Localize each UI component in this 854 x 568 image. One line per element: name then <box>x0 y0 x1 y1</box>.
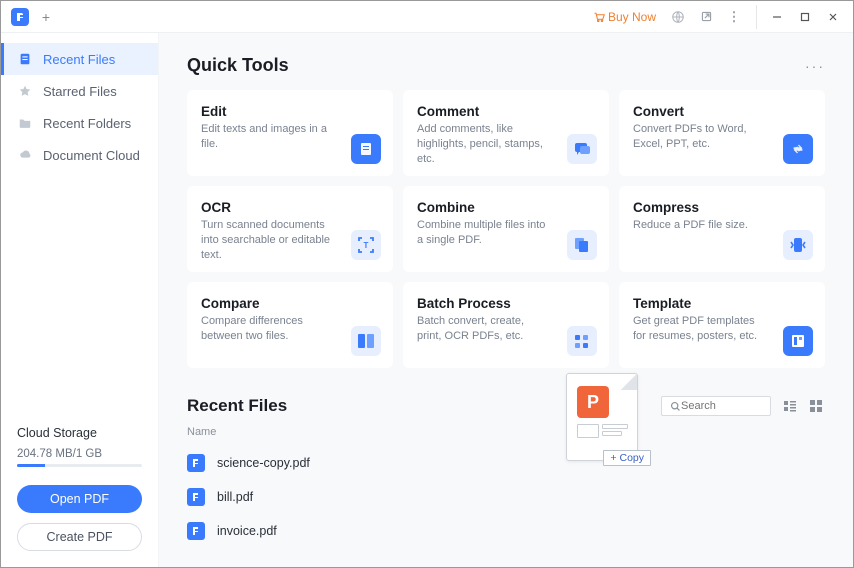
tool-desc: Combine multiple files into a single PDF… <box>417 218 551 248</box>
tool-batch-process[interactable]: Batch Process Batch convert, create, pri… <box>403 282 609 368</box>
sidebar-item-recent-folders[interactable]: Recent Folders <box>1 107 158 139</box>
buy-now-label: Buy Now <box>608 10 656 24</box>
tool-title: Compress <box>633 200 811 215</box>
minimize-button[interactable] <box>763 5 791 29</box>
open-pdf-button[interactable]: Open PDF <box>17 485 142 513</box>
tool-title: Convert <box>633 104 811 119</box>
cloud-usage-text: 204.78 MB/1 GB <box>17 448 142 460</box>
tool-ocr[interactable]: OCR Turn scanned documents into searchab… <box>187 186 393 272</box>
sidebar-item-recent-files[interactable]: Recent Files <box>1 43 158 75</box>
close-button[interactable] <box>819 5 847 29</box>
pdf-file-icon <box>187 454 205 472</box>
grid-view-button[interactable] <box>807 397 825 415</box>
tool-edit[interactable]: Edit Edit texts and images in a file. <box>187 90 393 176</box>
tool-title: Combine <box>417 200 595 215</box>
file-name: invoice.pdf <box>217 524 277 538</box>
cloud-icon <box>17 147 33 163</box>
edit-icon <box>351 134 381 164</box>
sidebar-item-label: Recent Files <box>43 52 115 67</box>
quick-tools-heading: Quick Tools <box>187 55 289 76</box>
buy-now-link[interactable]: Buy Now <box>587 8 662 26</box>
comment-icon <box>567 134 597 164</box>
search-box[interactable] <box>661 396 771 416</box>
tool-title: Template <box>633 296 811 311</box>
quick-tools-grid: Edit Edit texts and images in a file. Co… <box>187 90 825 368</box>
tool-title: Batch Process <box>417 296 595 311</box>
pdf-file-icon <box>187 488 205 506</box>
sidebar: Recent Files Starred Files Recent Folder… <box>1 33 159 567</box>
create-pdf-button[interactable]: Create PDF <box>17 523 142 551</box>
sidebar-item-label: Recent Folders <box>43 116 131 131</box>
file-row[interactable]: invoice.pdf <box>187 514 825 548</box>
pdf-file-icon <box>187 522 205 540</box>
quick-tools-more-icon[interactable]: ··· <box>805 58 825 74</box>
svg-text:T: T <box>364 241 369 250</box>
tool-desc: Batch convert, create, print, OCR PDFs, … <box>417 314 551 344</box>
main-content: Quick Tools ··· Edit Edit texts and imag… <box>159 33 853 567</box>
tool-combine[interactable]: Combine Combine multiple files into a si… <box>403 186 609 272</box>
share-icon[interactable] <box>694 5 718 29</box>
tool-title: Comment <box>417 104 595 119</box>
file-row[interactable]: science-copy.pdf <box>187 446 825 480</box>
ocr-icon: T <box>351 230 381 260</box>
tool-desc: Turn scanned documents into searchable o… <box>201 218 335 263</box>
tool-compare[interactable]: Compare Compare differences between two … <box>187 282 393 368</box>
sidebar-item-label: Document Cloud <box>43 148 140 163</box>
compare-icon <box>351 326 381 356</box>
compress-icon <box>783 230 813 260</box>
folder-icon <box>17 115 33 131</box>
tool-comment[interactable]: Comment Add comments, like highlights, p… <box>403 90 609 176</box>
kebab-menu-icon[interactable]: ⋮ <box>722 5 746 29</box>
tool-title: Compare <box>201 296 379 311</box>
tool-desc: Compare differences between two files. <box>201 314 335 344</box>
tool-convert[interactable]: Convert Convert PDFs to Word, Excel, PPT… <box>619 90 825 176</box>
globe-icon[interactable] <box>666 5 690 29</box>
cart-icon <box>593 11 605 23</box>
file-name: science-copy.pdf <box>217 456 310 470</box>
convert-icon <box>783 134 813 164</box>
sidebar-item-document-cloud[interactable]: Document Cloud <box>1 139 158 171</box>
tool-desc: Edit texts and images in a file. <box>201 122 335 152</box>
tool-title: OCR <box>201 200 379 215</box>
new-tab-button[interactable]: + <box>37 8 55 26</box>
tool-desc: Get great PDF templates for resumes, pos… <box>633 314 767 344</box>
cloud-storage-heading: Cloud Storage <box>17 426 142 440</box>
file-row[interactable]: bill.pdf <box>187 480 825 514</box>
tool-desc: Reduce a PDF file size. <box>633 218 767 233</box>
template-icon <box>783 326 813 356</box>
column-header-name: Name <box>187 426 825 438</box>
search-icon <box>670 401 681 412</box>
titlebar: + Buy Now ⋮ <box>1 1 853 33</box>
search-input[interactable] <box>681 400 759 412</box>
tool-desc: Add comments, like highlights, pencil, s… <box>417 122 551 167</box>
tool-compress[interactable]: Compress Reduce a PDF file size. <box>619 186 825 272</box>
list-view-button[interactable] <box>781 397 799 415</box>
cloud-progress <box>17 464 142 467</box>
batch-icon <box>567 326 597 356</box>
tool-desc: Convert PDFs to Word, Excel, PPT, etc. <box>633 122 767 152</box>
recent-files-heading: Recent Files <box>187 396 287 416</box>
app-logo-icon <box>11 8 29 26</box>
combine-icon <box>567 230 597 260</box>
sidebar-item-label: Starred Files <box>43 84 117 99</box>
sidebar-item-starred-files[interactable]: Starred Files <box>1 75 158 107</box>
document-icon <box>17 51 33 67</box>
star-icon <box>17 83 33 99</box>
file-name: bill.pdf <box>217 490 253 504</box>
tool-template[interactable]: Template Get great PDF templates for res… <box>619 282 825 368</box>
maximize-button[interactable] <box>791 5 819 29</box>
tool-title: Edit <box>201 104 379 119</box>
